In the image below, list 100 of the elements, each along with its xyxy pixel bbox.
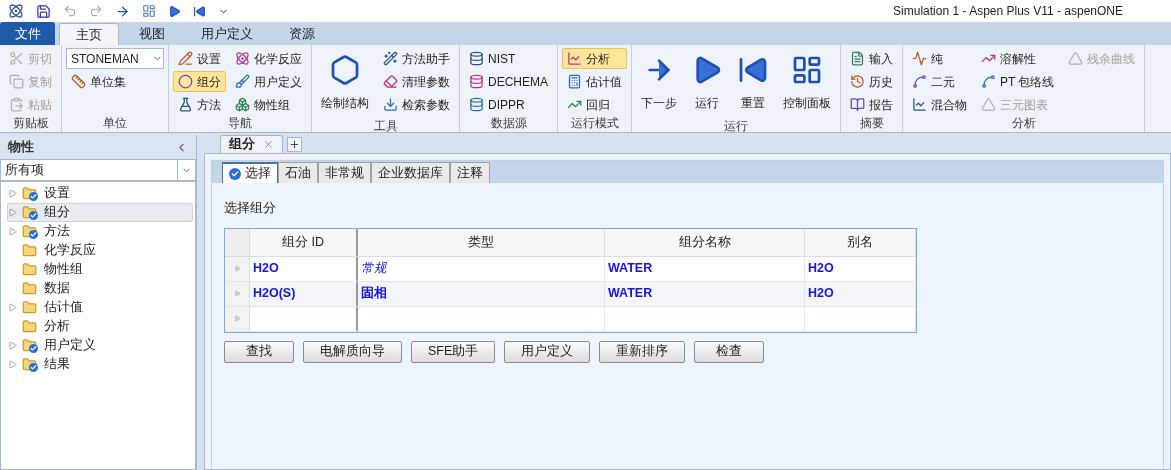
ribbon-group-label: 剪贴板	[11, 115, 50, 132]
ribbon-large-button[interactable]: 运行	[686, 48, 728, 118]
tree-item[interactable]: 用户定义	[7, 336, 193, 355]
ribbon-button[interactable]: 回归	[562, 94, 627, 115]
panel-title: 物性	[8, 138, 35, 157]
ribbon-button[interactable]: DIPPR	[464, 94, 553, 115]
ribbon-button[interactable]: 方法	[173, 94, 226, 115]
action-button[interactable]: 检查	[694, 340, 765, 363]
ribbon-group-label: 运行模式	[569, 115, 620, 132]
download-icon	[383, 97, 398, 112]
ribbon-tab[interactable]: 主页	[59, 23, 119, 45]
unit-set-dropdown[interactable]: STONEMAN	[66, 48, 164, 69]
copy-icon	[9, 74, 24, 89]
ribbon-tab[interactable]: 资源	[273, 23, 331, 45]
sphere-icon	[178, 74, 193, 89]
ribbon-large-button[interactable]: 控制面板	[778, 48, 836, 118]
ribbon-button[interactable]: 组分	[173, 71, 226, 92]
next-arrow-icon[interactable]	[115, 3, 130, 19]
ribbon-tab[interactable]: 视图	[123, 23, 181, 45]
action-button[interactable]: 查找	[224, 340, 294, 363]
tree-item-label: 组分	[44, 204, 70, 222]
ribbon-button[interactable]: 物性组	[230, 94, 307, 115]
history-icon	[850, 74, 865, 89]
ribbon-button[interactable]: 检索参数	[378, 94, 455, 115]
expand-icon[interactable]	[8, 227, 17, 236]
new-tab-button[interactable]	[287, 137, 302, 152]
ribbon-button[interactable]: 纯	[907, 48, 972, 69]
tree-item[interactable]: 方法	[7, 222, 193, 241]
form-tab[interactable]: 注释	[450, 162, 490, 183]
close-icon[interactable]	[263, 139, 274, 150]
ribbon-button[interactable]: 二元	[907, 71, 972, 92]
ribbon-button[interactable]: 估计值	[562, 71, 627, 92]
ribbon-tab[interactable]: 用户定义	[185, 23, 269, 45]
form-tab[interactable]: 企业数据库	[371, 162, 450, 183]
column-header: 类型	[358, 228, 605, 256]
estimate-icon	[567, 74, 582, 89]
row-selector-icon[interactable]	[233, 265, 241, 273]
folder-icon	[22, 262, 37, 277]
tree-item[interactable]: 设置	[7, 184, 193, 203]
play-icon[interactable]	[168, 4, 181, 18]
ribbon-button[interactable]: DECHEMA	[464, 71, 553, 92]
ribbon-large-button[interactable]: 重置	[732, 48, 774, 118]
row-selector-icon[interactable]	[233, 290, 241, 298]
folder-icon	[22, 243, 37, 258]
tree-item-label: 估计值	[44, 299, 83, 317]
action-button[interactable]: 重新排序	[599, 340, 686, 363]
tree-item-label: 方法	[44, 223, 70, 241]
ribbon-large-button[interactable]: 绘制结构	[316, 48, 374, 118]
ribbon-button[interactable]: 单位集	[66, 71, 164, 92]
ribbon-button[interactable]: PT 包络线	[976, 71, 1060, 92]
expand-icon[interactable]	[8, 189, 17, 198]
expand-icon[interactable]	[8, 303, 17, 312]
curve-icon	[912, 74, 927, 89]
tree-item-label: 分析	[44, 318, 70, 336]
redo-icon[interactable]	[89, 4, 103, 18]
tree-item[interactable]: 化学反应	[7, 241, 193, 260]
action-button[interactable]: 电解质向导	[303, 340, 402, 363]
pencil-icon	[178, 51, 193, 66]
folder-icon	[22, 300, 37, 315]
ribbon-large-button[interactable]: 下一步	[636, 48, 682, 118]
ribbon-button[interactable]: NIST	[464, 48, 553, 69]
expand-icon[interactable]	[8, 360, 17, 369]
control-panel-icon	[791, 54, 823, 86]
chart-icon	[567, 51, 582, 66]
form-tab[interactable]: 非常规	[318, 162, 371, 183]
ribbon-button[interactable]: 混合物	[907, 94, 972, 115]
reset-icon[interactable]	[193, 4, 206, 18]
ribbon-button[interactable]: 化学反应	[230, 48, 307, 69]
tree-item[interactable]: 结果	[7, 355, 193, 374]
row-selector-icon[interactable]	[233, 315, 241, 323]
form-tab[interactable]: 石油	[278, 162, 318, 183]
ribbon-button[interactable]: 输入	[845, 48, 898, 69]
ribbon-button[interactable]: 设置	[173, 48, 226, 69]
filter-dropdown[interactable]: 所有项	[0, 159, 196, 181]
tree-item[interactable]: 数据	[7, 279, 193, 298]
ribbon-button[interactable]: 历史	[845, 71, 898, 92]
tree-item[interactable]: 估计值	[7, 298, 193, 317]
control-panel-icon[interactable]	[142, 4, 156, 18]
triangle-icon	[1068, 51, 1084, 66]
form-tab[interactable]: 选择	[222, 162, 278, 183]
action-button[interactable]: 用户定义	[504, 340, 591, 363]
file-tab[interactable]: 文件	[0, 22, 55, 45]
undo-icon[interactable]	[63, 4, 77, 18]
document-tab[interactable]: 组分	[220, 135, 283, 153]
save-icon[interactable]	[36, 3, 51, 19]
ribbon-button[interactable]: 清理参数	[378, 71, 455, 92]
ribbon-button[interactable]: 报告	[845, 94, 898, 115]
atom-icon	[235, 51, 250, 66]
ribbon-button[interactable]: 方法助手	[378, 48, 455, 69]
tree-item[interactable]: 分析	[7, 317, 193, 336]
tree-item[interactable]: 物性组	[7, 260, 193, 279]
brush-icon	[235, 74, 250, 89]
expand-icon[interactable]	[8, 341, 17, 350]
tree-item[interactable]: 组分	[7, 203, 193, 222]
ribbon-button[interactable]: 溶解性	[976, 48, 1060, 69]
expand-icon[interactable]	[8, 208, 17, 217]
ribbon-button[interactable]: 分析	[562, 48, 627, 69]
ribbon-button[interactable]: 用户定义	[230, 71, 307, 92]
action-button[interactable]: SFE助手	[411, 340, 496, 363]
app-logo-icon[interactable]	[8, 3, 24, 19]
